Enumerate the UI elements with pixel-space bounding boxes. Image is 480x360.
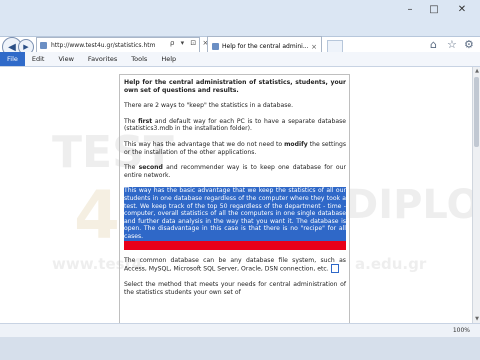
menu-tools[interactable]: Tools	[124, 52, 154, 66]
text-run: The	[124, 117, 139, 125]
scroll-up-icon[interactable]: ▲	[473, 67, 480, 75]
doc-title: Help for the central administration of s…	[124, 79, 346, 94]
scroll-down-icon[interactable]: ▼	[473, 315, 480, 323]
watermark-url-right: a.edu.gr	[355, 255, 427, 273]
doc-paragraph-select: Select the method that meets your needs …	[124, 281, 346, 296]
address-tools[interactable]: ρ ▾ ⊡ ×	[170, 39, 210, 47]
doc-paragraph-database: The common database can be any database …	[124, 257, 346, 274]
menu-bar: File Edit View Favorites Tools Help	[0, 52, 480, 67]
back-arrow-icon: ◀	[8, 41, 16, 53]
menu-edit[interactable]: Edit	[25, 52, 52, 66]
taskbar	[0, 337, 480, 360]
menu-favorites[interactable]: Favorites	[81, 52, 124, 66]
zoom-level[interactable]: 100%	[453, 324, 470, 338]
text-bold: modify	[284, 140, 308, 148]
page-icon	[212, 43, 219, 50]
address-text: http://www.test4u.gr/statistics.htm	[51, 42, 156, 49]
maximize-button[interactable]: □	[422, 0, 446, 18]
watermark-brand-right: DIPLOMA	[345, 182, 472, 228]
home-icon[interactable]: ⌂	[430, 38, 437, 51]
text-run: This way has the advantage that we do no…	[124, 140, 285, 148]
scroll-thumb[interactable]	[474, 77, 479, 147]
help-document: Help for the central administration of s…	[119, 74, 350, 323]
text-run: and default way for each PC is to have a…	[124, 117, 346, 133]
doc-paragraph-first: The first and default way for each PC is…	[124, 118, 346, 133]
menu-file[interactable]: File	[0, 52, 25, 66]
doc-paragraph-advantage: This way has the advantage that we do no…	[124, 141, 346, 156]
menu-view[interactable]: View	[51, 52, 80, 66]
vertical-scrollbar[interactable]: ▲ ▼	[472, 67, 480, 323]
text-run: The common database can be any database …	[124, 256, 346, 273]
close-button[interactable]: ✕	[446, 0, 478, 18]
doc-paragraph-second: The second and recommender way is to kee…	[124, 164, 346, 179]
paste-options-icon[interactable]	[330, 264, 339, 274]
doc-paragraph-ways: There are 2 ways to "keep" the statistic…	[124, 102, 294, 110]
gear-icon[interactable]: ⚙	[464, 38, 474, 51]
text-run: The	[124, 164, 139, 172]
watermark-brand-num: 4	[74, 177, 120, 254]
forward-arrow-icon: ▶	[23, 43, 29, 51]
selected-paragraph[interactable]: This way has the basic advantage that we…	[124, 187, 346, 241]
menu-help[interactable]: Help	[154, 52, 183, 66]
text-bold: second	[138, 164, 163, 172]
browser-titlebar: – □ ✕	[0, 0, 480, 37]
status-bar: 100%	[0, 323, 480, 338]
red-bar	[124, 240, 346, 250]
tab-title: Help for the central admini...	[222, 43, 309, 50]
page-icon	[40, 42, 47, 49]
favorites-star-icon[interactable]: ☆	[447, 38, 457, 51]
minimize-button[interactable]: –	[398, 0, 422, 18]
text-bold: first	[138, 117, 153, 125]
page-content: TEST 4 DIPLOMA www.test4 a.edu.gr Help f…	[0, 67, 472, 323]
